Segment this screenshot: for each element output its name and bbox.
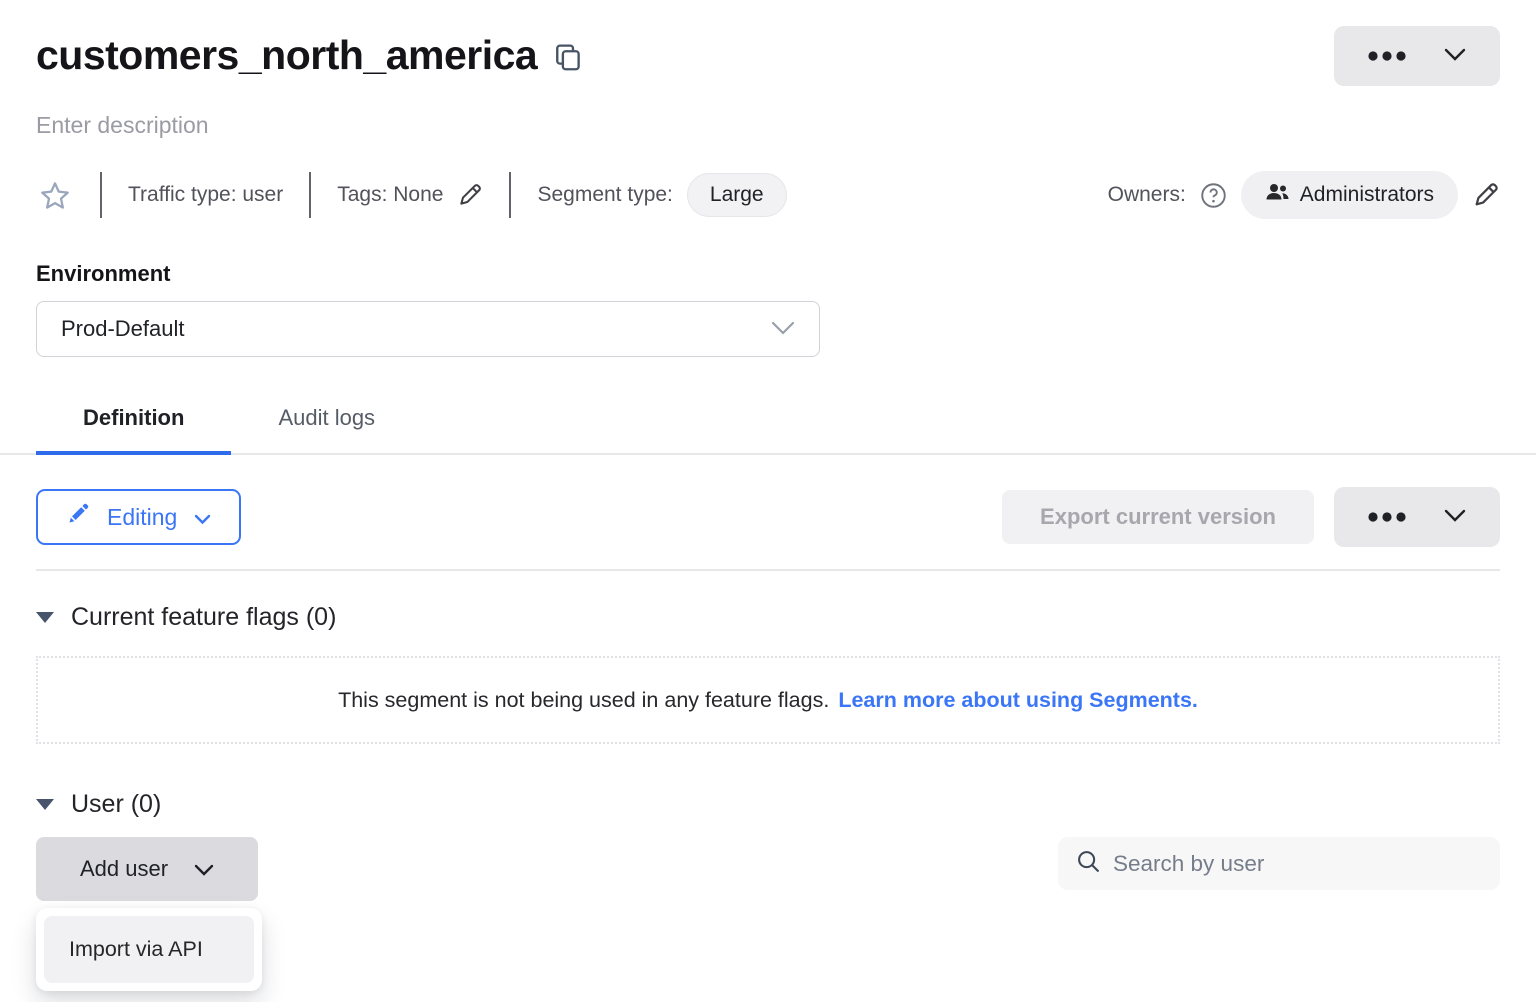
tab-audit-logs[interactable]: Audit logs bbox=[231, 391, 422, 455]
question-circle-icon[interactable] bbox=[1200, 182, 1227, 209]
search-icon bbox=[1076, 849, 1101, 879]
add-user-button[interactable]: Add user bbox=[36, 837, 258, 901]
feature-flags-empty-state: This segment is not being used in any fe… bbox=[36, 656, 1500, 744]
segment-type-badge: Large bbox=[687, 173, 787, 217]
search-by-user-input[interactable] bbox=[1113, 851, 1482, 877]
add-user-dropdown-container: Add user Import via API bbox=[36, 837, 258, 901]
segment-type-label: Segment type: bbox=[537, 183, 672, 207]
favorite-star-icon[interactable] bbox=[36, 181, 100, 210]
edit-owners-pencil-icon[interactable] bbox=[1472, 181, 1500, 209]
editing-label: Editing bbox=[107, 504, 177, 531]
caret-down-icon bbox=[36, 612, 54, 623]
edit-tags-pencil-icon[interactable] bbox=[457, 182, 483, 208]
tab-bar: Definition Audit logs bbox=[0, 391, 1536, 455]
toolbar-divider bbox=[36, 569, 1500, 571]
learn-more-link[interactable]: Learn more about using Segments. bbox=[838, 688, 1198, 713]
people-icon bbox=[1265, 182, 1290, 208]
menu-item-import-via-api[interactable]: Import via API bbox=[44, 916, 254, 983]
environment-select[interactable]: Prod-Default bbox=[36, 301, 820, 357]
chevron-down-icon bbox=[194, 504, 211, 531]
feature-flags-section-header[interactable]: Current feature flags (0) bbox=[36, 603, 1500, 632]
user-section-header[interactable]: User (0) bbox=[36, 790, 1500, 819]
tags-item: Tags: None bbox=[311, 182, 509, 208]
chevron-down-icon bbox=[1444, 509, 1466, 525]
feature-flags-heading: Current feature flags (0) bbox=[71, 603, 336, 632]
header-more-menu-button[interactable] bbox=[1334, 26, 1500, 86]
definition-toolbar: Editing Export current version bbox=[36, 487, 1500, 547]
environment-label: Environment bbox=[36, 261, 1500, 287]
ellipsis-icon bbox=[1368, 49, 1410, 64]
export-current-version-button[interactable]: Export current version bbox=[1002, 490, 1314, 544]
copy-icon[interactable] bbox=[555, 43, 582, 73]
meta-row: Traffic type: user Tags: None Segment ty… bbox=[36, 169, 1500, 221]
owners-badge[interactable]: Administrators bbox=[1241, 171, 1458, 219]
environment-selected-value: Prod-Default bbox=[61, 316, 185, 342]
segment-detail-page: customers_north_america Enter descriptio… bbox=[0, 0, 1536, 901]
ellipsis-icon bbox=[1368, 510, 1410, 525]
user-heading: User (0) bbox=[71, 790, 161, 819]
description-placeholder[interactable]: Enter description bbox=[36, 112, 1500, 139]
owners-label: Owners: bbox=[1108, 183, 1186, 207]
title-group: customers_north_america bbox=[36, 26, 582, 79]
add-user-label: Add user bbox=[80, 856, 168, 882]
editing-mode-button[interactable]: Editing bbox=[36, 489, 241, 545]
segment-type-item: Segment type: Large bbox=[511, 173, 812, 217]
header: customers_north_america bbox=[36, 26, 1500, 86]
empty-state-text: This segment is not being used in any fe… bbox=[338, 688, 829, 713]
user-toolbar: Add user Import via API bbox=[36, 837, 1500, 901]
tags-label: Tags: None bbox=[337, 183, 443, 207]
caret-down-icon bbox=[36, 799, 54, 810]
chevron-down-icon bbox=[1444, 48, 1466, 64]
traffic-type-label: Traffic type: user bbox=[102, 183, 309, 207]
add-user-dropdown-menu: Import via API bbox=[36, 908, 262, 991]
pencil-icon bbox=[66, 502, 90, 532]
definition-more-menu-button[interactable] bbox=[1334, 487, 1500, 547]
owners-group: Owners: Administrators bbox=[1108, 171, 1500, 219]
chevron-down-icon bbox=[194, 856, 214, 882]
user-search-box bbox=[1058, 837, 1500, 890]
chevron-down-icon bbox=[771, 316, 795, 342]
page-title: customers_north_america bbox=[36, 32, 537, 79]
owners-value: Administrators bbox=[1300, 183, 1434, 207]
tab-definition[interactable]: Definition bbox=[36, 391, 231, 455]
